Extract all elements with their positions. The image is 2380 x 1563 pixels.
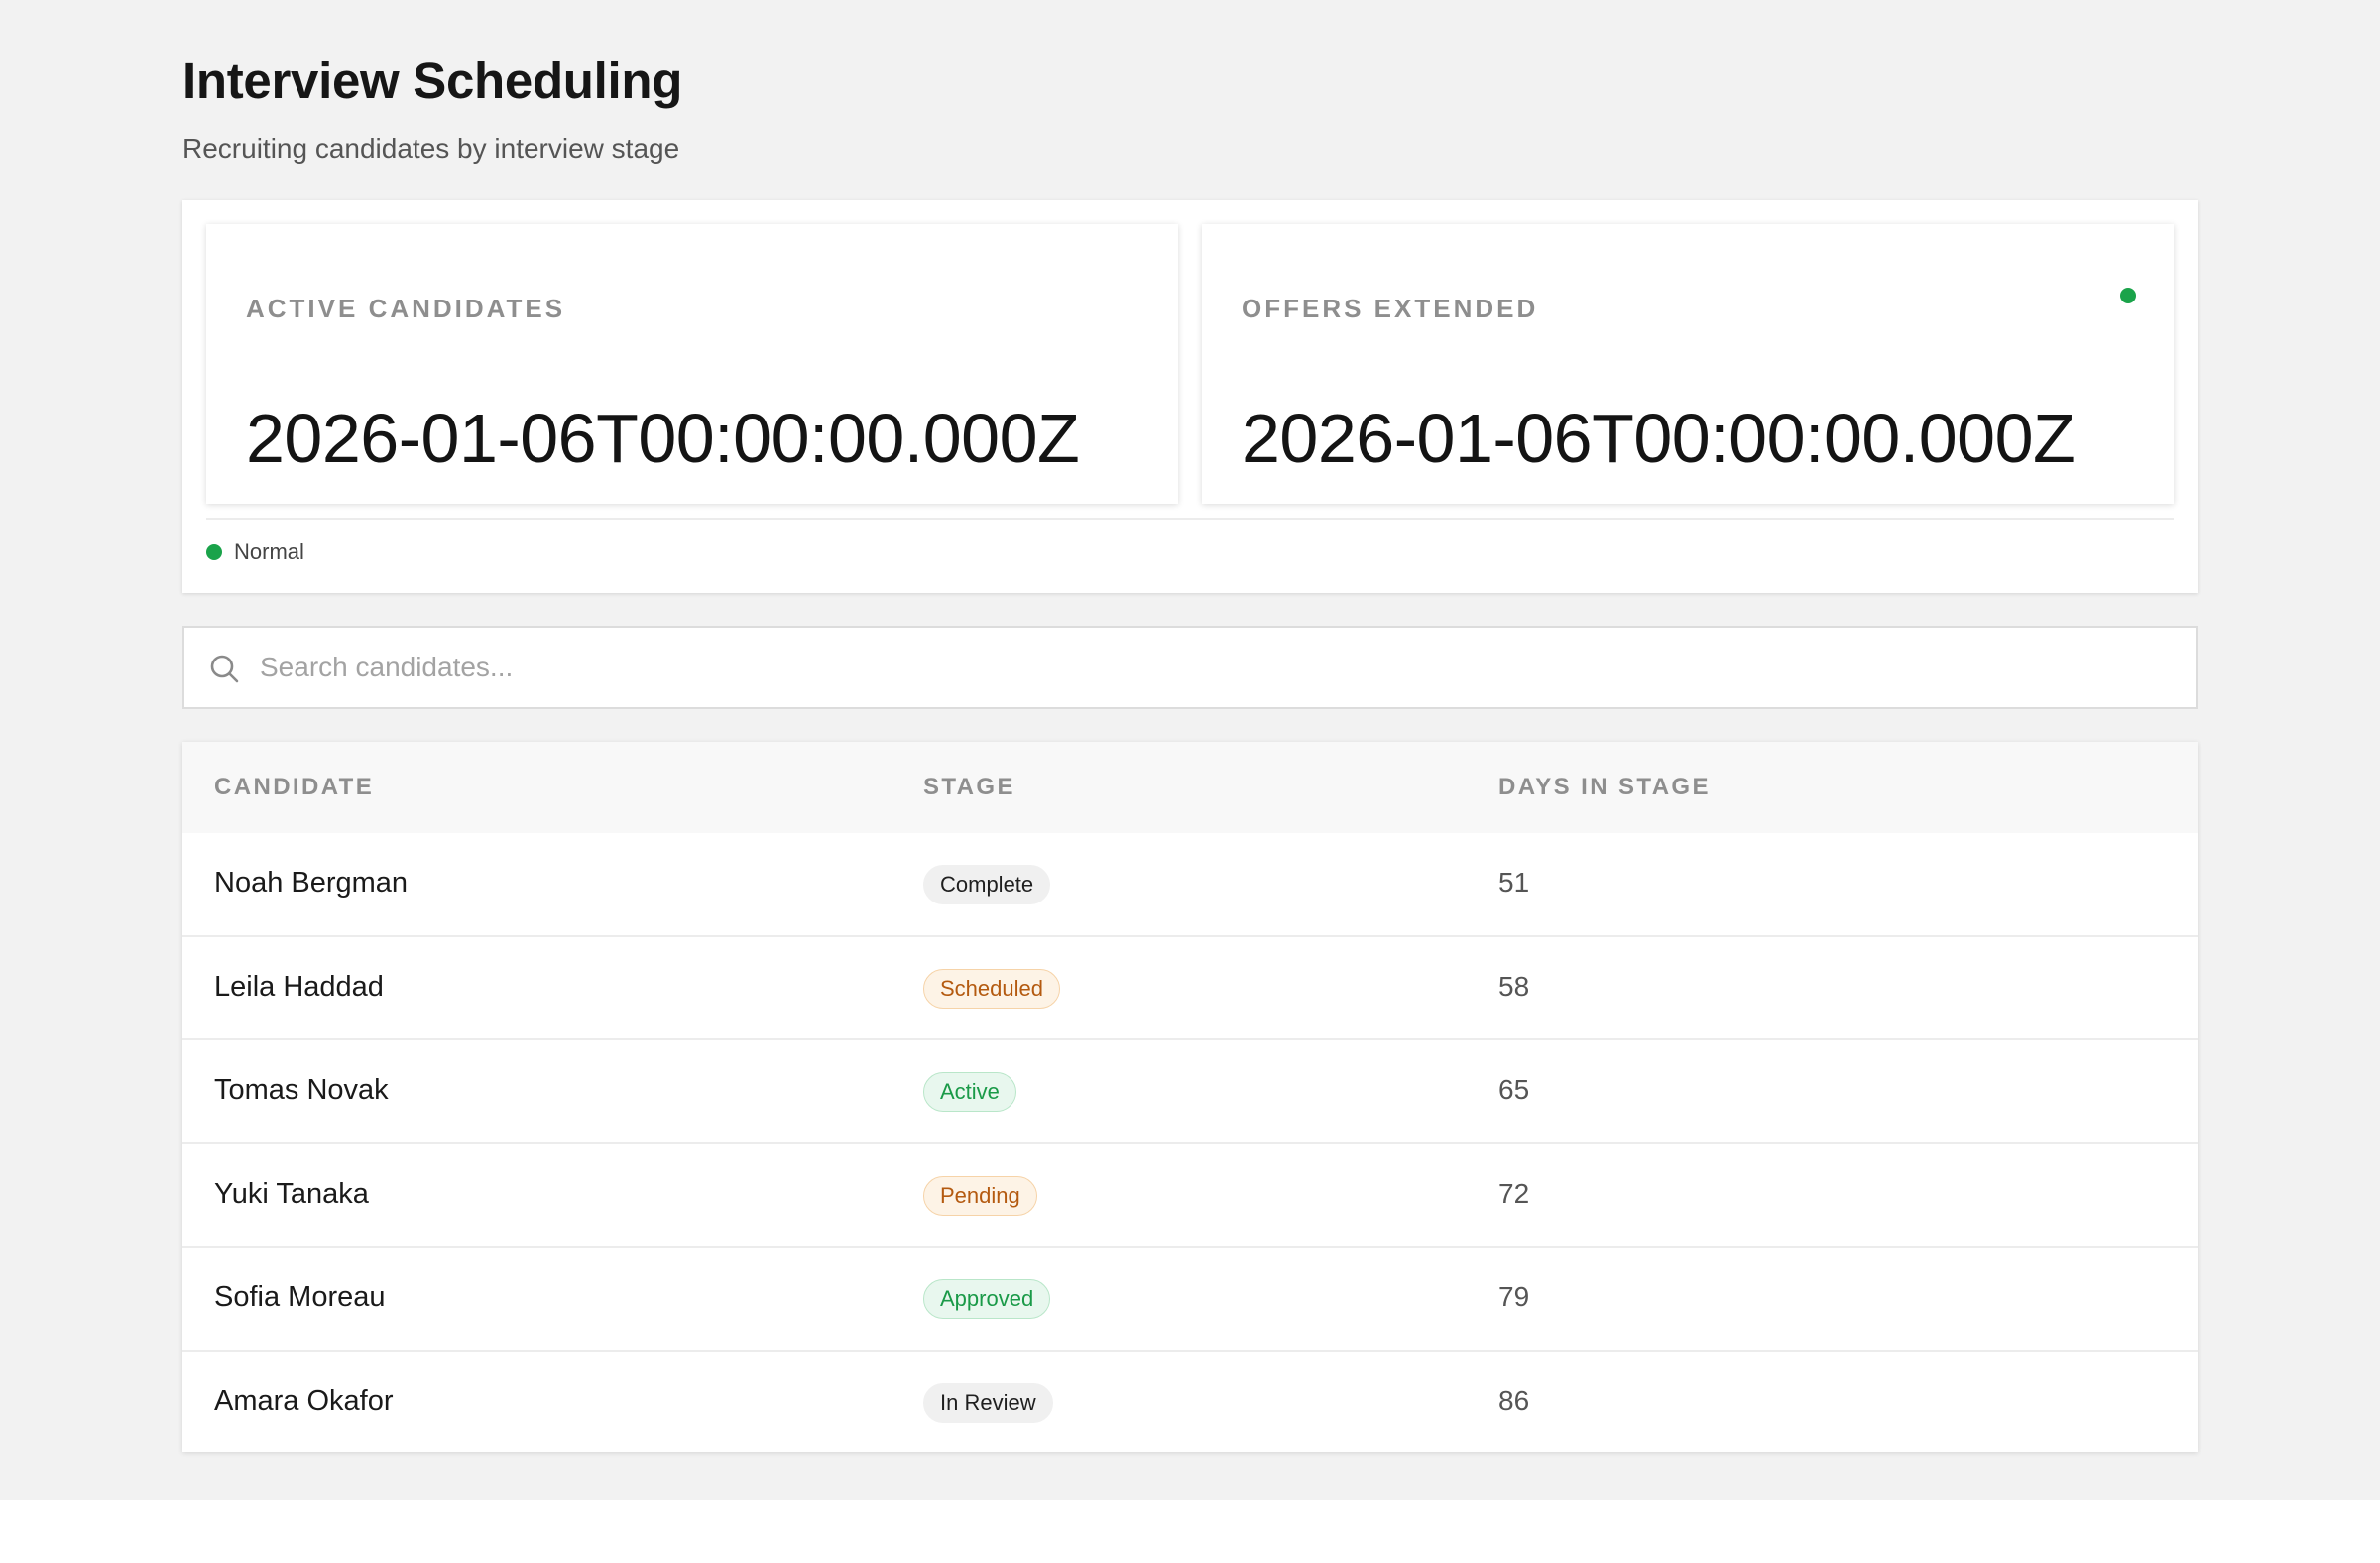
kpi-card-offers-extended: OFFERS EXTENDED 2026-01-06T00:00:00.000Z (1202, 224, 2174, 504)
status-dot-icon (2120, 288, 2136, 303)
stage-badge: Complete (923, 865, 1051, 904)
table-body: Noah Bergman Complete 51 Leila Haddad Schedu… (182, 833, 2198, 1456)
search-bar[interactable] (182, 626, 2198, 709)
stage-badge: Pending (923, 1175, 1037, 1216)
column-header-stage[interactable]: STAGE (923, 774, 1015, 801)
page-subtitle: Recruiting candidates by interview stage (182, 133, 680, 164)
column-header-days-in-stage[interactable]: DAYS IN STAGE (1498, 774, 1711, 801)
page-background: Interview Scheduling Recruiting candidat… (0, 0, 2380, 1500)
status-legend: Normal (206, 540, 304, 565)
table-header: CANDIDATE STAGE DAYS IN STAGE (182, 742, 2198, 833)
table-row[interactable]: Noah Bergman Complete 51 (182, 833, 2198, 937)
kpi-panel: ACTIVE CANDIDATES 2026-01-06T00:00:00.00… (182, 200, 2198, 593)
candidate-name: Yuki Tanaka (214, 1177, 369, 1210)
days-in-stage: 86 (1498, 1384, 1530, 1416)
kpi-value: 2026-01-06T00:00:00.000Z (1242, 400, 2076, 477)
legend-dot-icon (206, 544, 222, 560)
table-row[interactable]: Yuki Tanaka Pending 72 (182, 1144, 2198, 1249)
column-header-candidate[interactable]: CANDIDATE (214, 774, 374, 801)
table-row[interactable]: Leila Haddad Scheduled 58 (182, 937, 2198, 1041)
page-title: Interview Scheduling (182, 53, 683, 109)
search-icon (210, 655, 239, 683)
candidate-name: Tomas Novak (214, 1074, 389, 1107)
stage-badge: Scheduled (923, 968, 1060, 1009)
candidate-name: Amara Okafor (214, 1384, 394, 1417)
table-row[interactable]: Sofia Moreau Approved 79 (182, 1248, 2198, 1352)
kpi-label: OFFERS EXTENDED (1242, 294, 1539, 323)
kpi-divider (206, 518, 2174, 520)
days-in-stage: 58 (1498, 970, 1530, 1002)
days-in-stage: 51 (1498, 867, 1530, 898)
candidate-name: Leila Haddad (214, 970, 384, 1003)
kpi-value: 2026-01-06T00:00:00.000Z (246, 400, 1080, 477)
days-in-stage: 65 (1498, 1074, 1530, 1106)
page-footer-area (0, 1500, 2380, 1563)
candidate-name: Sofia Moreau (214, 1281, 386, 1314)
kpi-card-active-candidates: ACTIVE CANDIDATES 2026-01-06T00:00:00.00… (206, 224, 1178, 504)
kpi-label: ACTIVE CANDIDATES (246, 294, 566, 323)
stage-badge: Approved (923, 1279, 1051, 1320)
candidate-name: Noah Bergman (214, 867, 409, 899)
table-row[interactable]: Tomas Novak Active 65 (182, 1040, 2198, 1144)
search-input[interactable] (260, 628, 2174, 707)
days-in-stage: 72 (1498, 1177, 1530, 1209)
candidates-table: CANDIDATE STAGE DAYS IN STAGE Noah Bergm… (182, 742, 2198, 1452)
stage-badge: In Review (923, 1383, 1053, 1423)
stage-badge: Active (923, 1072, 1016, 1113)
days-in-stage: 79 (1498, 1281, 1530, 1313)
table-row[interactable]: Amara Okafor In Review 86 (182, 1352, 2198, 1456)
legend-label: Normal (234, 540, 304, 564)
